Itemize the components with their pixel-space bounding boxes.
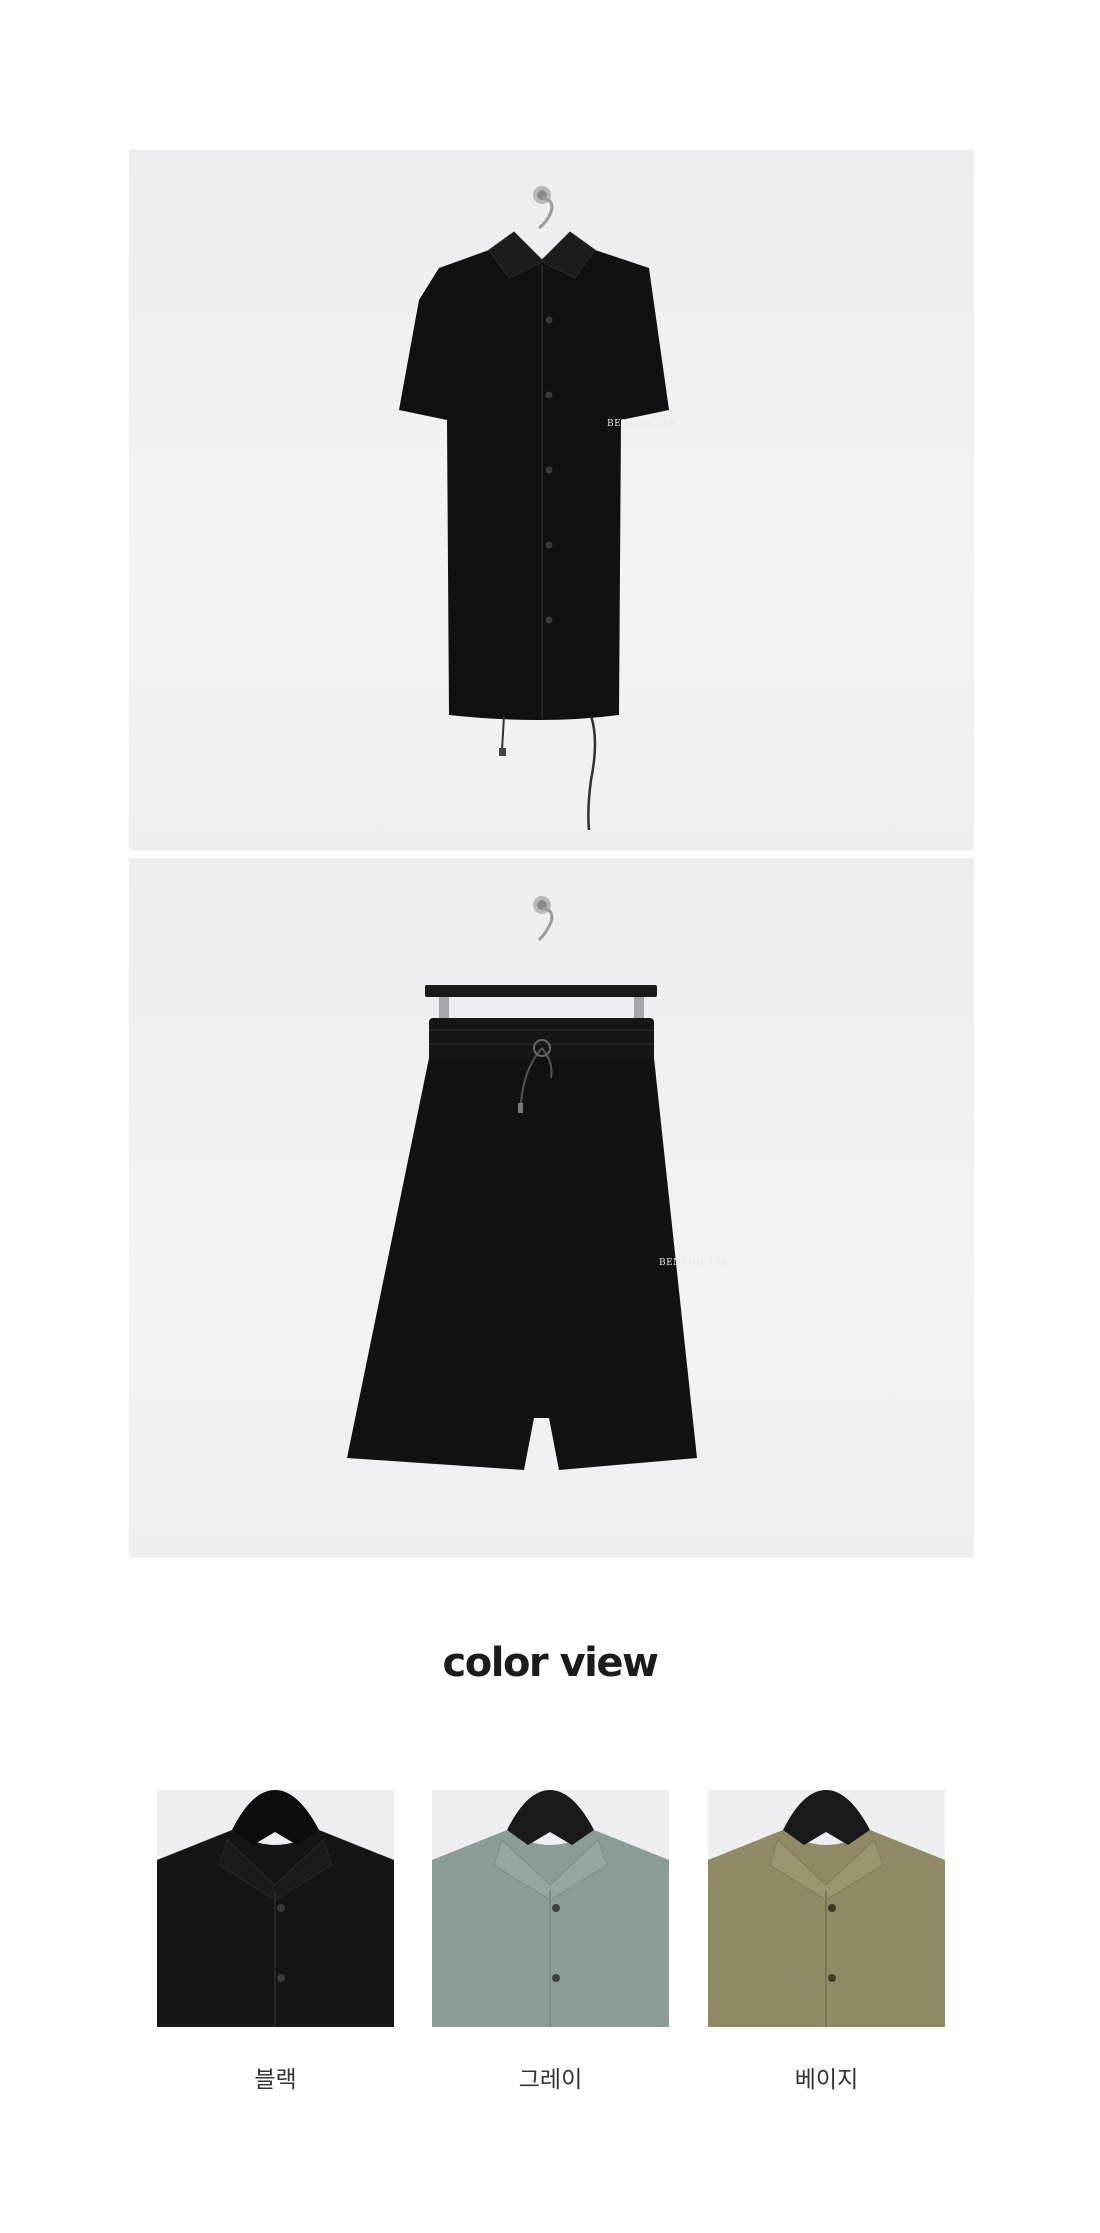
color-swatch-beige[interactable] bbox=[708, 1790, 945, 2027]
color-swatch-gray[interactable] bbox=[432, 1790, 669, 2027]
short-sleeve-shirt-icon bbox=[399, 186, 669, 831]
shorts-logo-text: BENEDICTES bbox=[659, 1258, 729, 1268]
shorts-icon bbox=[347, 896, 697, 1470]
swatch-label-gray: 그레이 bbox=[518, 2067, 583, 2093]
shirt-collar-icon bbox=[708, 1790, 945, 2027]
color-swatch-black[interactable] bbox=[157, 1790, 394, 2027]
shirt-collar-icon bbox=[432, 1790, 669, 2027]
shorts-product-photo: BENEDICTES bbox=[129, 858, 974, 1558]
shirt-logo-text: BENEDICTES bbox=[607, 419, 677, 429]
shirt-collar-icon bbox=[157, 1790, 394, 2027]
shirt-product-photo: BENEDICTES bbox=[129, 150, 974, 850]
swatch-label-black: 블랙 bbox=[254, 2067, 297, 2093]
swatch-label-beige: 베이지 bbox=[794, 2067, 859, 2093]
color-view-title: color view bbox=[442, 1640, 659, 1686]
